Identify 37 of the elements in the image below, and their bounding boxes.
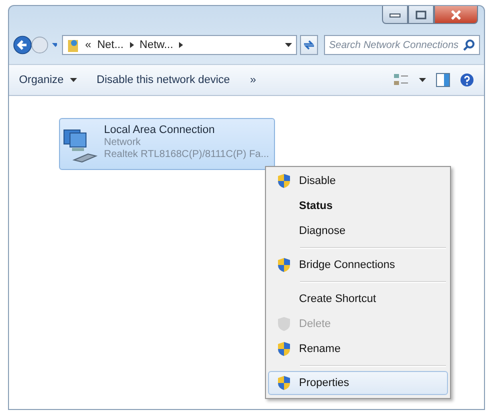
breadcrumb[interactable]: Netw... [140, 39, 174, 51]
network-adapter-icon [62, 128, 100, 164]
address-bar[interactable]: « Net... Netw... [62, 35, 298, 55]
toolbar-button[interactable]: Organize [15, 71, 81, 89]
minimize-button[interactable] [382, 6, 408, 24]
breadcrumb[interactable]: Net... [97, 39, 124, 51]
arrow-icon[interactable] [130, 39, 134, 51]
help-icon[interactable] [460, 73, 474, 87]
menu-item[interactable]: Status [268, 194, 448, 218]
search-icon [463, 39, 475, 51]
connection-name: Local Area Connection [104, 124, 216, 136]
caret-icon[interactable] [285, 43, 292, 47]
refresh-button[interactable] [300, 35, 318, 55]
connection-item[interactable]: Local Area Connection Network Realtek RTL8168C(P)/8111C(P) Fa... [59, 118, 275, 170]
menu-item[interactable]: Disable [268, 169, 448, 193]
arrow-icon[interactable] [179, 39, 184, 51]
menu-item[interactable]: Create Shortcut [268, 287, 448, 311]
close-icon [450, 10, 462, 20]
overflow-chevron[interactable]: « [85, 39, 92, 51]
minimize-icon [389, 12, 401, 18]
maximize-button[interactable] [408, 6, 434, 24]
menu-item[interactable]: Properties [268, 371, 448, 395]
preview-pane-icon[interactable] [436, 73, 450, 87]
toolbar-button[interactable]: Disable this network device [92, 71, 234, 89]
menu-item[interactable]: Diagnose [268, 219, 448, 243]
caret-icon[interactable] [419, 78, 426, 82]
menu-item[interactable]: Bridge Connections [268, 253, 448, 277]
search-field[interactable]: Search Network Connections [324, 35, 480, 55]
network-label: Network [104, 137, 142, 148]
toolbar-button[interactable]: » [246, 71, 260, 89]
close-button[interactable] [434, 6, 478, 24]
view-options-icon[interactable] [393, 73, 409, 87]
menu-item[interactable]: Rename [268, 337, 448, 361]
maximize-icon [415, 10, 427, 20]
back-icon[interactable] [13, 33, 32, 57]
adapter-name: Realtek RTL8168C(P)/8111C(P) Fa... [104, 149, 270, 160]
refresh-icon [302, 39, 316, 51]
